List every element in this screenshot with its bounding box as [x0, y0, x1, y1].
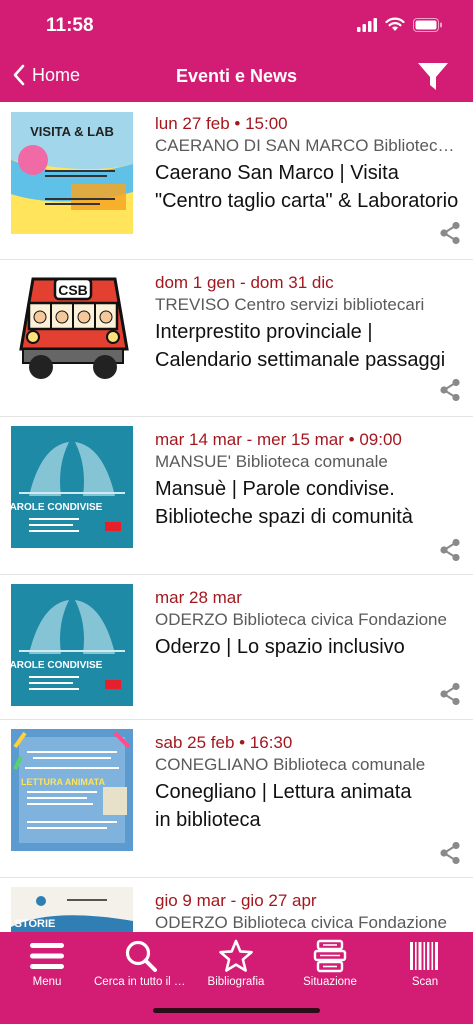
event-title-line: Calendario settimanale passaggi: [155, 349, 446, 371]
thumb-title: STORIE: [15, 918, 56, 930]
event-place: MANSUE' Biblioteca comunale: [155, 452, 388, 471]
share-icon: [440, 841, 460, 865]
share-icon: [440, 221, 460, 245]
share-button[interactable]: [439, 221, 461, 245]
thumb-title: VISITA & LAB: [30, 124, 114, 139]
event-title-line: Biblioteche spazi di comunità: [155, 506, 413, 528]
wifi-icon: [385, 17, 405, 31]
event-title: Mansuè | Parole condivise. Biblioteche s…: [155, 475, 463, 531]
event-thumbnail: CSB: [11, 269, 133, 391]
event-item[interactable]: CSB dom 1 gen - dom 31 dic TREVISO Centr…: [0, 259, 473, 417]
event-title-line: Interprestito provinciale |: [155, 321, 373, 343]
status-icons: [357, 17, 443, 32]
event-item[interactable]: PAROLE CONDIVISE mar 14 mar - mer 15 mar…: [0, 416, 473, 575]
event-date: lun 27 feb • 15:00: [155, 114, 288, 133]
event-thumbnail: PAROLE CONDIVISE: [11, 584, 133, 706]
event-text: lun 27 feb • 15:00 CAERANO DI SAN MARCO …: [155, 114, 463, 215]
event-thumbnail: STORIE: [11, 887, 133, 932]
event-place: ODERZO Biblioteca civica Fondazione: [155, 913, 447, 932]
event-text: mar 14 mar - mer 15 mar • 09:00 MANSUE' …: [155, 430, 463, 531]
event-title-line: in biblioteca: [155, 809, 261, 831]
tab-scan[interactable]: Scan: [378, 938, 472, 988]
event-thumbnail: LETTURA ANIMATA: [11, 729, 133, 851]
event-title-line: Oderzo | Lo spazio inclusivo: [155, 636, 405, 658]
event-place: CONEGLIANO Biblioteca comunale: [155, 755, 426, 774]
barcode-icon: [410, 942, 438, 970]
event-title: Conegliano | Lettura animata in bibliote…: [155, 778, 463, 834]
thumb-title: LETTURA ANIMATA: [21, 777, 105, 787]
back-label: Home: [32, 64, 81, 85]
event-title-line: "Centro taglio carta" & Laboratorio: [155, 190, 459, 212]
event-item[interactable]: STORIE gio 9 mar - gio 27 apr ODERZO Bib…: [0, 877, 473, 932]
event-item[interactable]: PAROLE CONDIVISE mar 28 mar ODERZO Bibli…: [0, 574, 473, 720]
tab-search[interactable]: Cerca in tutto il catalogo: [94, 938, 188, 988]
event-title: Caerano San Marco | Visita "Centro tagli…: [155, 159, 463, 215]
tab-label: Menu: [32, 976, 62, 988]
event-date: dom 1 gen - dom 31 dic: [155, 273, 334, 292]
share-icon: [440, 682, 460, 706]
event-title-line: Mansuè | Parole condivise.: [155, 478, 395, 500]
tab-label: Bibliografia: [207, 976, 265, 988]
tab-situazione[interactable]: Situazione: [283, 938, 377, 988]
share-button[interactable]: [439, 841, 461, 865]
thumb-bus-sign: CSB: [58, 282, 88, 298]
event-item[interactable]: LETTURA ANIMATA sab 25 feb • 16:30 CONEG…: [0, 719, 473, 878]
status-time: 11:58: [46, 15, 94, 36]
search-icon: [125, 940, 157, 972]
back-button[interactable]: Home: [12, 64, 80, 86]
event-date: gio 9 mar - gio 27 apr: [155, 891, 317, 910]
chevron-left-icon: [13, 64, 25, 86]
tab-label: Cerca in tutto il catalogo: [94, 976, 188, 988]
share-button[interactable]: [439, 682, 461, 706]
tab-label: Situazione: [303, 976, 357, 988]
event-thumbnail: VISITA & LAB: [11, 112, 133, 234]
event-date: mar 14 mar - mer 15 mar • 09:00: [155, 430, 402, 449]
star-icon: [219, 939, 253, 972]
battery-icon: [413, 17, 442, 32]
share-button[interactable]: [439, 538, 461, 562]
event-date: sab 25 feb • 16:30: [155, 733, 293, 752]
event-text: sab 25 feb • 16:30 CONEGLIANO Biblioteca…: [155, 733, 463, 834]
event-thumbnail: PAROLE CONDIVISE: [11, 426, 133, 548]
event-list[interactable]: VISITA & LAB lun 27 feb • 15:00 CAERANO …: [0, 102, 473, 932]
status-bar: 11:58: [0, 0, 473, 52]
nav-bar: Home Eventi e News: [0, 52, 473, 102]
share-icon: [440, 378, 460, 402]
event-date: mar 28 mar: [155, 588, 242, 607]
menu-icon: [30, 943, 64, 969]
event-title-line: Caerano San Marco | Visita: [155, 162, 399, 184]
tab-label: Scan: [411, 976, 439, 988]
filter-icon: [418, 63, 448, 90]
home-indicator: [153, 1008, 320, 1013]
share-icon: [440, 538, 460, 562]
event-title: Oderzo | Lo spazio inclusivo: [155, 633, 463, 661]
event-text: dom 1 gen - dom 31 dic TREVISO Centro se…: [155, 273, 463, 374]
event-text: gio 9 mar - gio 27 apr ODERZO Biblioteca…: [155, 891, 463, 932]
books-icon: [313, 939, 347, 973]
event-place: ODERZO Biblioteca civica Fondazione: [155, 610, 447, 629]
event-title-line: Conegliano | Lettura animata: [155, 781, 412, 803]
signal-icon: [357, 17, 377, 32]
thumb-title: PAROLE CONDIVISE: [11, 660, 103, 671]
event-text: mar 28 mar ODERZO Biblioteca civica Fond…: [155, 588, 463, 661]
event-item[interactable]: VISITA & LAB lun 27 feb • 15:00 CAERANO …: [0, 102, 473, 260]
filter-button[interactable]: [417, 62, 449, 94]
share-button[interactable]: [439, 378, 461, 402]
tab-bibliografia[interactable]: Bibliografia: [189, 938, 283, 988]
thumb-title: PAROLE CONDIVISE: [11, 502, 103, 513]
event-title: Interprestito provinciale | Calendario s…: [155, 318, 463, 374]
event-place: TREVISO Centro servizi bibliotecari: [155, 295, 425, 314]
tab-menu[interactable]: Menu: [0, 938, 94, 988]
event-place: CAERANO DI SAN MARCO Biblioteca comunale: [155, 136, 463, 155]
